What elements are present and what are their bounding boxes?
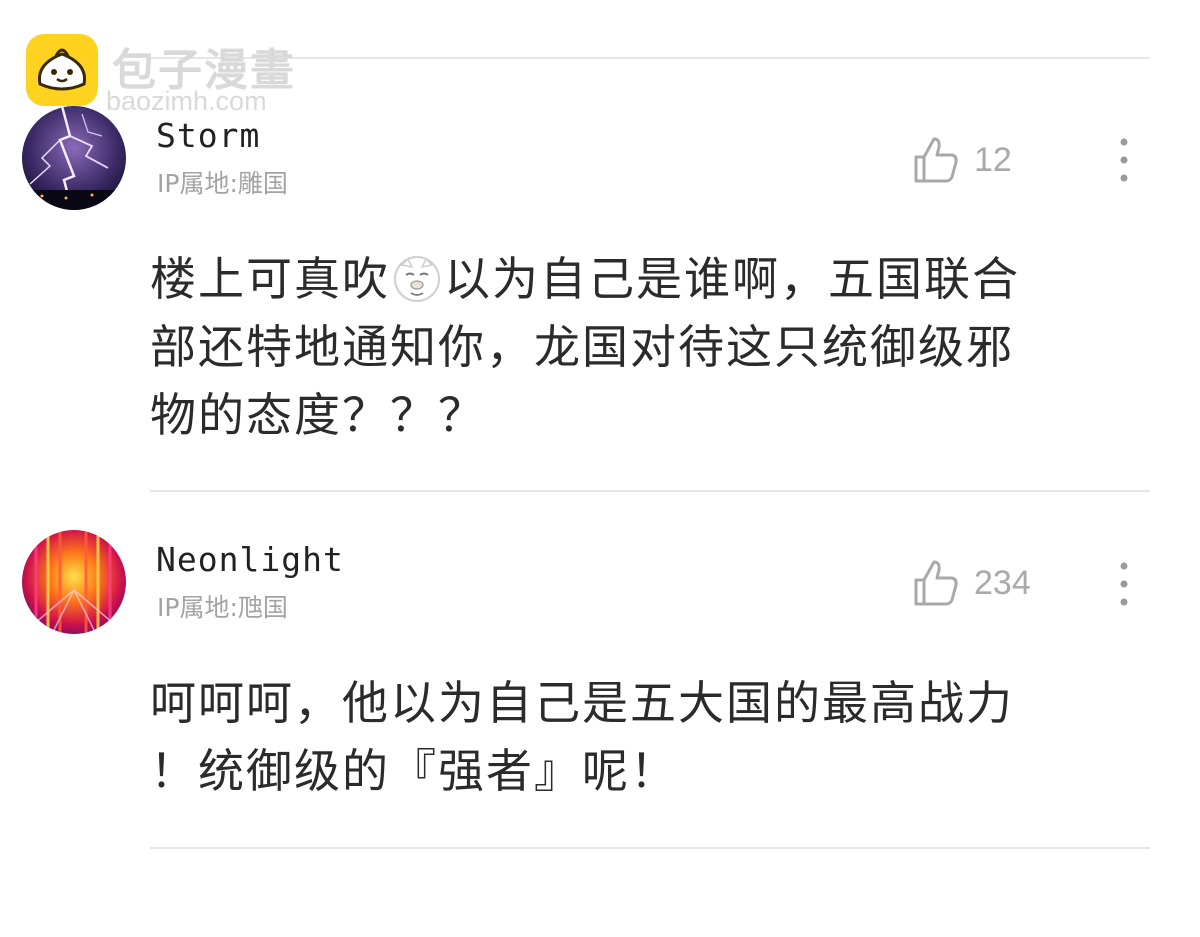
more-options-button[interactable] [1114,136,1134,184]
like-count: 12 [974,140,1012,179]
ip-location: IP属地:虺国 [157,593,288,622]
comment-divider [150,847,1150,849]
thumbs-up-icon [914,137,958,183]
avatar[interactable] [22,106,126,210]
like-button[interactable]: 234 [912,557,1031,609]
thumbs-up-icon [914,560,958,606]
comment-text-segment: 楼上可真吹 [150,252,390,306]
like-button[interactable]: 12 [912,134,1012,186]
comment-line: 楼上可真吹 以为自己是谁啊，五国联合 [150,245,1150,313]
watermark-url: baozimh.com [106,86,267,116]
watermark: 包子漫畫 baozimh.com [26,34,326,116]
comment-text: 楼上可真吹 以为自己是谁啊，五国联合 部还特地通知你，龙国对待这只统御级邪 物的态… [150,245,1150,449]
comment-text-segment: 以为自己是谁啊，五国联合 [444,252,1020,306]
comment-line: 呵呵呵，他以为自己是五大国的最高战力 [150,676,1014,730]
more-vertical-icon [1120,138,1128,182]
smug-face-emoji-icon [394,256,440,302]
avatar[interactable] [22,530,126,634]
comment-text: 呵呵呵，他以为自己是五大国的最高战力 ！统御级的『强者』呢！ [150,669,1150,805]
like-count: 234 [974,563,1031,602]
watermark-logo-icon [26,34,98,106]
comment-divider [150,490,1150,492]
username[interactable]: Neonlight [156,540,344,579]
ip-location: IP属地:雕国 [157,169,288,198]
more-vertical-icon [1120,562,1128,606]
more-options-button[interactable] [1114,560,1134,608]
comment-line: ！统御级的『强者』呢！ [150,744,678,798]
comment-line: 物的态度？？？ [150,388,486,442]
username[interactable]: Storm [156,116,260,155]
comment-line: 部还特地通知你，龙国对待这只统御级邪 [150,320,1014,374]
